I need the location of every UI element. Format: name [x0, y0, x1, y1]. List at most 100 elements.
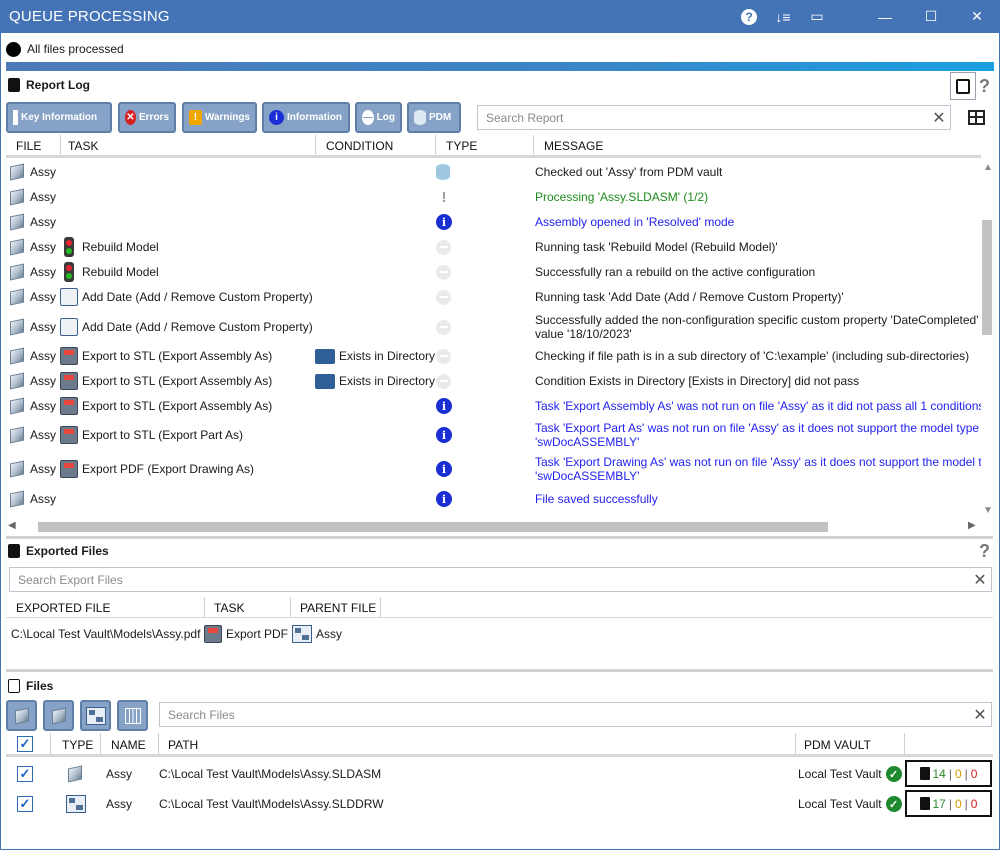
report-row[interactable]: Assy Checked out 'Assy' from PDM vault [6, 162, 982, 182]
report-task: Export to STL (Export Assembly As) [82, 399, 273, 413]
col-name[interactable]: NAME [111, 738, 146, 752]
help-icon[interactable]: ? [732, 0, 766, 33]
report-row[interactable]: Assy Export to STL (Export Part As) i Task … [6, 421, 982, 449]
part-icon [13, 708, 31, 724]
search-export-files-field[interactable]: ✕ [9, 567, 992, 592]
exported-file-path: C:\Local Test Vault\Models\Assy.pdf [11, 627, 201, 641]
search-report-input[interactable] [486, 110, 928, 125]
status-text: All files processed [27, 42, 124, 56]
col-condition[interactable]: CONDITION [326, 139, 393, 153]
report-horizontal-scrollbar[interactable]: ◀ ▶ [6, 520, 981, 533]
report-file: Assy [30, 462, 57, 476]
report-row[interactable]: Assy Export to STL (Export Assembly As) Ex… [6, 346, 982, 366]
file-path: C:\Local Test Vault\Models\Assy.SLDASM [159, 767, 382, 781]
report-row[interactable]: Assy Rebuild Model Running task 'Rebuild M… [6, 237, 982, 257]
traffic-light-icon [64, 237, 74, 257]
warning-icon: ! [189, 110, 202, 125]
report-condition: Exists in Directory [339, 374, 436, 388]
report-vertical-scrollbar[interactable]: ▲ ▼ [981, 160, 993, 523]
save-icon [204, 625, 222, 643]
file-row[interactable]: ✓ Assy C:\Local Test Vault\Models\Assy.SLD… [6, 760, 992, 787]
log-icon [436, 319, 451, 335]
report-file: Assy [30, 320, 57, 334]
file-checkbox[interactable]: ✓ [17, 796, 33, 812]
window-title: QUEUE PROCESSING [9, 8, 170, 25]
title-bar: QUEUE PROCESSING ? ↓≡ ▭ — ☐ ✕ [0, 0, 1000, 33]
search-export-files-input[interactable] [18, 572, 969, 587]
progress-fill [6, 62, 994, 71]
report-row[interactable]: Assy i Assembly opened in 'Resolved' mode [6, 212, 982, 232]
filter-drawings-button[interactable] [80, 700, 111, 731]
filter-key-information-button[interactable]: Key Information [6, 102, 112, 133]
traffic-light-icon [64, 262, 74, 282]
check-circle-icon: ✓ [885, 796, 902, 812]
filter-assemblies-button[interactable] [43, 700, 74, 731]
report-row[interactable]: Assy Export to STL (Export Assembly As) Ex… [6, 371, 982, 391]
database-icon [414, 110, 426, 125]
filter-information-button[interactable]: i Information [262, 102, 350, 133]
restore-button[interactable]: ☐ [908, 0, 954, 33]
col-type[interactable]: TYPE [446, 139, 477, 153]
info-icon: i [269, 110, 284, 125]
report-message: File saved successfully [535, 492, 658, 506]
report-row[interactable]: Assy Add Date (Add / Remove Custom Proper… [6, 313, 982, 341]
filter-chart-button[interactable] [117, 700, 148, 731]
log-icon [436, 289, 451, 305]
count-orange: 0 [954, 796, 962, 811]
report-message: Task 'Export Drawing As' was not run on … [535, 455, 981, 469]
save-report-button[interactable] [950, 72, 976, 100]
progress-bar [6, 62, 994, 71]
close-button[interactable]: ✕ [954, 0, 1000, 33]
assembly-icon [8, 164, 26, 180]
report-row[interactable]: Assy Export to STL (Export Assembly As) i T… [6, 396, 982, 416]
filter-pdm-button[interactable]: PDM [407, 102, 461, 133]
report-row[interactable]: Assy Rebuild Model Successfully ran a rebu… [6, 262, 982, 282]
col-export-task[interactable]: TASK [214, 601, 244, 615]
report-row[interactable]: Assy Add Date (Add / Remove Custom Proper… [6, 287, 982, 307]
report-row[interactable]: Assy i File saved successfully [6, 489, 982, 509]
assembly-icon [8, 189, 26, 205]
exported-file-task: Export PDF [226, 627, 289, 641]
col-message[interactable]: MESSAGE [544, 139, 603, 153]
file-row[interactable]: ✓ Assy C:\Local Test Vault\Models\Assy.SLD… [6, 790, 992, 817]
exported-file-row[interactable]: C:\Local Test Vault\Models\Assy.pdf Expo… [6, 624, 982, 644]
sort-icon[interactable]: ↓≡ [766, 0, 800, 33]
col-type-files[interactable]: TYPE [62, 738, 93, 752]
filter-warnings-button[interactable]: ! Warnings [182, 102, 257, 133]
result-summary-badge[interactable]: 14 | 0 | 0 [905, 760, 992, 787]
info-icon: i [436, 491, 452, 507]
column-layout-icon[interactable] [968, 110, 985, 125]
col-task[interactable]: TASK [68, 139, 98, 153]
search-files-input[interactable] [168, 707, 969, 722]
report-log-title: Report Log [26, 78, 90, 92]
report-log-header: Report Log [8, 78, 90, 92]
clear-files-search-icon[interactable]: ✕ [969, 705, 991, 725]
result-summary-badge[interactable]: 17 | 0 | 0 [905, 790, 992, 817]
files-header: Files [8, 679, 53, 693]
exported-help-icon[interactable]: ? [979, 541, 993, 561]
col-file[interactable]: FILE [16, 139, 41, 153]
filter-log-button[interactable]: — Log [355, 102, 402, 133]
clear-export-search-icon[interactable]: ✕ [969, 570, 991, 590]
log-icon [436, 348, 451, 364]
report-file: Assy [30, 240, 57, 254]
report-row[interactable]: Assy! Processing 'Assy.SLDASM' (1/2) [6, 187, 982, 207]
panel-layout-icon[interactable]: ▭ [800, 0, 834, 33]
report-row[interactable]: Assy Export PDF (Export Drawing As) i Task … [6, 455, 982, 483]
filter-parts-button[interactable] [6, 700, 37, 731]
minimize-button[interactable]: — [862, 0, 908, 33]
col-pdm-vault[interactable]: PDM VAULT [804, 738, 871, 752]
count-red: 0 [970, 766, 978, 781]
exported-file-parent: Assy [316, 627, 343, 641]
file-checkbox[interactable]: ✓ [17, 766, 33, 782]
filter-errors-button[interactable]: ✕ Errors [118, 102, 176, 133]
report-help-icon[interactable]: ? [979, 76, 993, 96]
col-parent-file[interactable]: PARENT FILE [300, 601, 376, 615]
col-exported-file[interactable]: EXPORTED FILE [16, 601, 110, 615]
clear-search-icon[interactable]: ✕ [928, 108, 950, 128]
report-message-continued: 'swDocASSEMBLY' [535, 435, 640, 449]
search-files-field[interactable]: ✕ [159, 702, 992, 727]
search-report-field[interactable]: ✕ [477, 105, 951, 130]
col-path[interactable]: PATH [168, 738, 198, 752]
select-all-checkbox[interactable]: ✓ [17, 736, 33, 752]
